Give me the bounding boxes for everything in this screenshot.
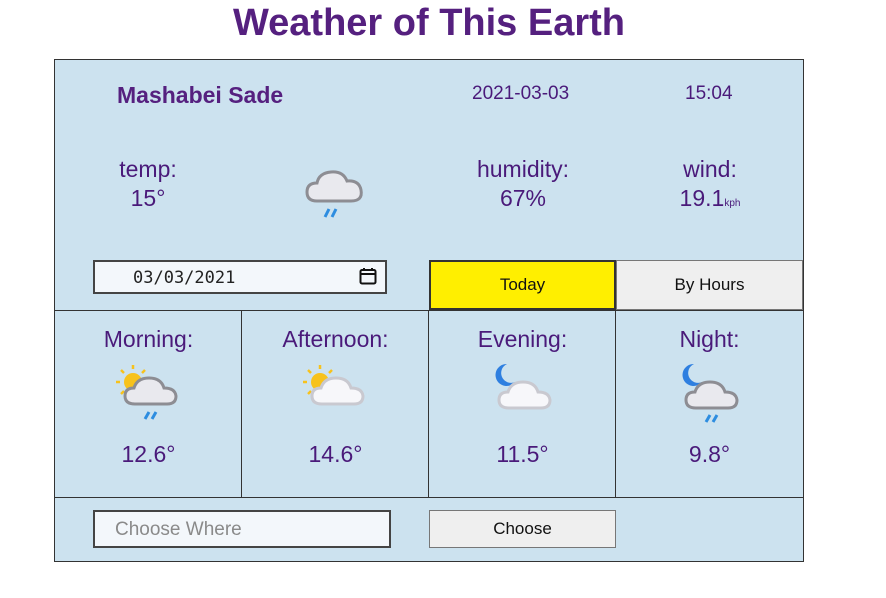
location-input[interactable]: Choose Where <box>93 510 391 548</box>
moon-cloud-icon <box>429 360 616 426</box>
sun-cloud-icon <box>242 360 429 426</box>
current-time: 15:04 <box>685 83 733 104</box>
date-input-value: 03/03/2021 <box>133 268 236 288</box>
temp-value: 15° <box>130 185 166 211</box>
moon-cloud-rain-icon <box>616 360 803 426</box>
current-date: 2021-03-03 <box>472 83 570 104</box>
page-title: Weather of This Earth <box>232 2 626 44</box>
wind-label: wind: <box>683 156 737 182</box>
humidity-value: 67% <box>499 185 547 211</box>
period-label-morning: Morning: <box>103 326 194 352</box>
cloud-rain-icon <box>303 163 367 228</box>
wind-unit: kph <box>724 198 741 209</box>
sun-cloud-rain-icon <box>55 360 242 426</box>
today-button[interactable]: Today <box>429 260 616 310</box>
period-temp-night: 9.8° <box>688 441 731 467</box>
period-temp-morning: 12.6° <box>121 441 176 467</box>
choose-button[interactable]: Choose <box>429 510 616 548</box>
date-input[interactable]: 03/03/2021 <box>93 260 387 294</box>
humidity-label: humidity: <box>476 156 570 182</box>
by-hours-button[interactable]: By Hours <box>616 260 803 310</box>
weather-card: Mashabei Sade 2021-03-03 15:04 temp: 15°… <box>54 59 804 562</box>
divider <box>55 310 803 311</box>
period-temp-afternoon: 14.6° <box>308 441 363 467</box>
calendar-icon[interactable] <box>359 267 377 285</box>
period-temp-evening: 11.5° <box>496 441 549 467</box>
wind-value: 19.1kph <box>655 185 765 212</box>
divider <box>55 497 803 498</box>
period-label-night: Night: <box>679 326 740 352</box>
period-label-evening: Evening: <box>477 326 568 352</box>
city-name: Mashabei Sade <box>117 82 284 108</box>
wind-speed: 19.1 <box>679 185 725 211</box>
period-label-afternoon: Afternoon: <box>282 326 389 352</box>
temp-label: temp: <box>119 156 177 182</box>
